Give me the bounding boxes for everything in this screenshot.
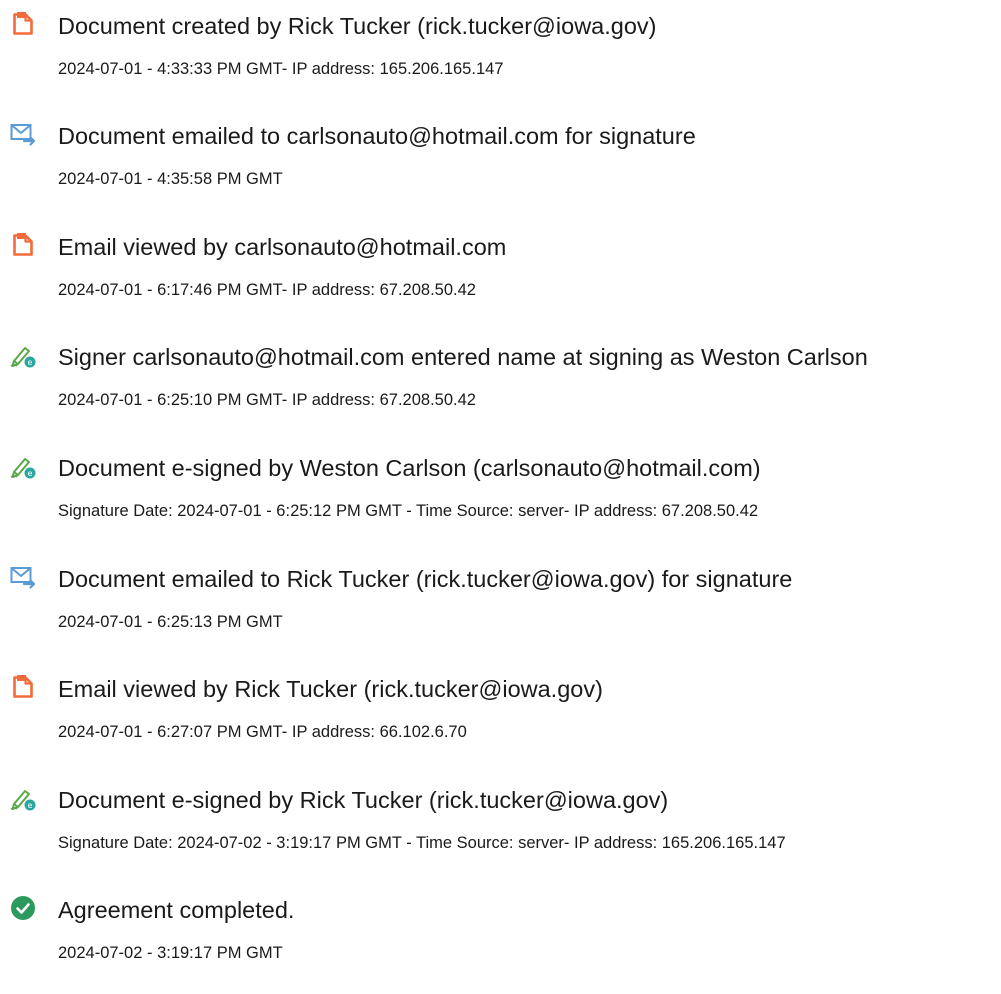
event-detail: 2024-07-01 - 6:17:46 PM GMT- IP address:…: [58, 281, 476, 299]
event-detail: 2024-07-01 - 4:35:58 PM GMT: [58, 170, 283, 188]
event-detail: 2024-07-01 - 6:25:13 PM GMT: [58, 613, 283, 631]
audit-event: Document emailed to carlsonauto@hotmail.…: [0, 110, 1001, 210]
audit-event: e Signer carlsonauto@hotmail.com entered…: [0, 331, 1001, 431]
audit-event: Email viewed by carlsonauto@hotmail.com …: [0, 221, 1001, 321]
document-icon: [10, 11, 36, 37]
email-icon: [10, 564, 36, 590]
event-title: Document e-signed by Rick Tucker (rick.t…: [58, 787, 669, 813]
e-sign-pen-icon: e: [10, 453, 36, 479]
svg-text:e: e: [28, 358, 33, 367]
check-circle-icon: [10, 895, 36, 921]
svg-text:e: e: [28, 469, 33, 478]
event-title: Email viewed by Rick Tucker (rick.tucker…: [58, 676, 603, 702]
event-title: Document emailed to carlsonauto@hotmail.…: [58, 123, 696, 149]
audit-event: Email viewed by Rick Tucker (rick.tucker…: [0, 663, 1001, 763]
event-detail: 2024-07-02 - 3:19:17 PM GMT: [58, 944, 283, 962]
event-detail: Signature Date: 2024-07-02 - 3:19:17 PM …: [58, 834, 786, 852]
audit-event: Document created by Rick Tucker (rick.tu…: [0, 0, 1001, 100]
audit-event: e Document e-signed by Rick Tucker (rick…: [0, 774, 1001, 874]
event-detail: 2024-07-01 - 4:33:33 PM GMT- IP address:…: [58, 60, 504, 78]
event-title: Agreement completed.: [58, 897, 295, 923]
event-detail: 2024-07-01 - 6:25:10 PM GMT- IP address:…: [58, 391, 476, 409]
e-sign-pen-icon: e: [10, 785, 36, 811]
email-icon: [10, 121, 36, 147]
event-title: Document e-signed by Weston Carlson (car…: [58, 455, 761, 481]
event-detail: 2024-07-01 - 6:27:07 PM GMT- IP address:…: [58, 723, 467, 741]
document-icon: [10, 674, 36, 700]
svg-text:e: e: [28, 801, 33, 810]
event-title: Email viewed by carlsonauto@hotmail.com: [58, 234, 507, 260]
e-sign-pen-icon: e: [10, 342, 36, 368]
audit-event: Agreement completed. 2024-07-02 - 3:19:1…: [0, 884, 1001, 984]
document-icon: [10, 232, 36, 258]
audit-event: e Document e-signed by Weston Carlson (c…: [0, 442, 1001, 542]
audit-event: Document emailed to Rick Tucker (rick.tu…: [0, 553, 1001, 653]
event-title: Signer carlsonauto@hotmail.com entered n…: [58, 344, 868, 370]
event-title: Document created by Rick Tucker (rick.tu…: [58, 13, 657, 39]
event-detail: Signature Date: 2024-07-01 - 6:25:12 PM …: [58, 502, 759, 520]
event-title: Document emailed to Rick Tucker (rick.tu…: [58, 566, 793, 592]
